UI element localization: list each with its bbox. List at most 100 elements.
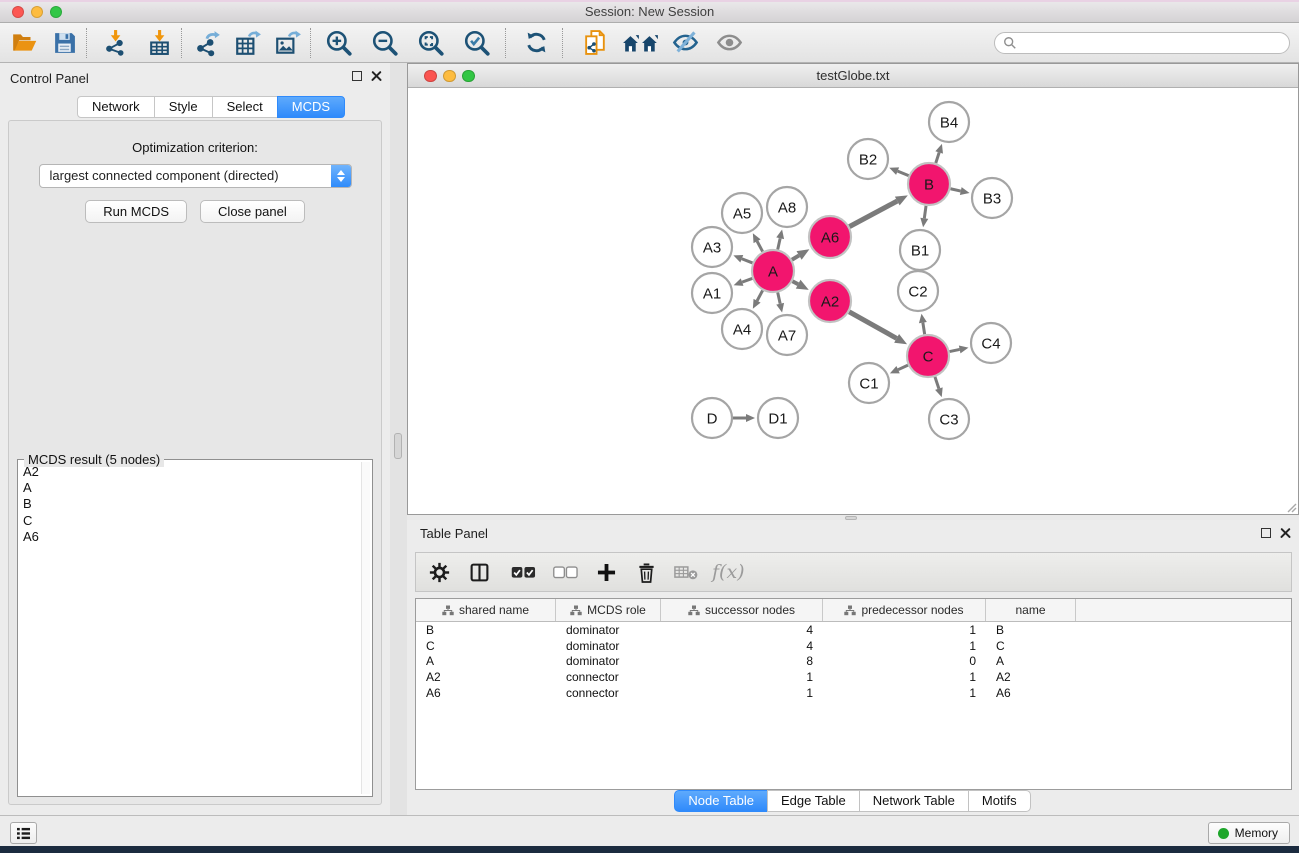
export-image-icon[interactable]	[272, 27, 304, 59]
create-column-icon[interactable]	[597, 563, 616, 582]
graph-node-D1[interactable]: D1	[758, 398, 798, 438]
zoom-selected-icon[interactable]	[461, 27, 493, 59]
column-header-predecessor-nodes[interactable]: predecessor nodes	[823, 599, 986, 621]
graph-node-C2[interactable]: C2	[898, 271, 938, 311]
select-all-columns-icon[interactable]	[511, 566, 536, 579]
tab-select[interactable]: Select	[212, 96, 278, 118]
panel-divider[interactable]	[390, 63, 407, 815]
delete-columns-icon[interactable]	[637, 562, 656, 583]
graph-node-B1[interactable]: B1	[900, 230, 940, 270]
clone-network-icon[interactable]	[579, 27, 611, 59]
import-network-icon[interactable]	[99, 27, 131, 59]
zoom-out-icon[interactable]	[369, 27, 401, 59]
divider-grip[interactable]	[394, 433, 402, 459]
graph-edge[interactable]	[936, 152, 939, 163]
result-scrollbar[interactable]	[361, 462, 370, 794]
network-graph[interactable]: B4 B2 B B3 A5A8A6 B1 A3 A A1 C2 A2 A4A7 C C4 C1 C3 D D1	[408, 89, 1298, 514]
close-panel-icon[interactable]	[371, 70, 382, 81]
graph-edge[interactable]	[778, 292, 780, 303]
minimize-button[interactable]	[31, 6, 43, 18]
graph-node-A[interactable]: A	[752, 250, 794, 292]
table-settings-gear-icon[interactable]	[429, 562, 450, 583]
resize-grip-icon[interactable]	[1285, 501, 1297, 513]
graph-node-C4[interactable]: C4	[971, 323, 1011, 363]
tab-mcds[interactable]: MCDS	[277, 96, 345, 118]
graph-edge[interactable]	[849, 201, 897, 227]
export-network-icon[interactable]	[192, 27, 224, 59]
task-history-button[interactable]	[10, 822, 37, 844]
graph-edge[interactable]	[757, 241, 763, 251]
delete-table-icon[interactable]	[674, 565, 698, 580]
graph-node-B2[interactable]: B2	[848, 139, 888, 179]
graph-node-B3[interactable]: B3	[972, 178, 1012, 218]
graph-node-A3[interactable]: A3	[692, 227, 732, 267]
graph-edge[interactable]	[849, 312, 896, 339]
graph-edge[interactable]	[898, 171, 909, 176]
table-row[interactable]: Bdominator41B	[416, 622, 1291, 638]
graph-edge[interactable]	[935, 377, 939, 389]
first-neighbors-icon[interactable]	[621, 27, 661, 59]
table-row[interactable]: Cdominator41C	[416, 638, 1291, 654]
tab-node-table[interactable]: Node Table	[674, 790, 768, 812]
tab-motifs[interactable]: Motifs	[968, 790, 1031, 812]
graph-node-A2[interactable]: A2	[809, 280, 851, 322]
column-header-shared-name[interactable]: shared name	[416, 599, 556, 621]
search-box[interactable]	[994, 32, 1290, 54]
tab-network[interactable]: Network	[77, 96, 155, 118]
network-minimize-button[interactable]	[443, 70, 456, 83]
graph-node-B[interactable]: B	[908, 163, 950, 205]
tab-network-table[interactable]: Network Table	[859, 790, 969, 812]
graph-edge[interactable]	[792, 281, 798, 284]
graph-edge[interactable]	[924, 206, 926, 218]
memory-button[interactable]: Memory	[1208, 822, 1290, 844]
table-row[interactable]: Adominator80A	[416, 654, 1291, 670]
table-row[interactable]: A2connector11A2	[416, 669, 1291, 685]
save-session-icon[interactable]	[48, 27, 80, 59]
graph-node-C3[interactable]: C3	[929, 399, 969, 439]
function-builder-icon[interactable]: f(x)	[712, 561, 745, 583]
graph-edge[interactable]	[742, 259, 753, 263]
close-panel-button[interactable]: Close panel	[200, 200, 305, 223]
tab-edge-table[interactable]: Edge Table	[767, 790, 860, 812]
mcds-result-item[interactable]: A2	[23, 464, 358, 480]
graph-node-A8[interactable]: A8	[767, 187, 807, 227]
zoom-in-icon[interactable]	[323, 27, 355, 59]
graph-edge[interactable]	[742, 278, 752, 282]
graph-node-C1[interactable]: C1	[849, 363, 889, 403]
close-table-panel-icon[interactable]	[1280, 527, 1291, 538]
mcds-result-list[interactable]: A2ABCA6	[23, 464, 358, 793]
graph-edge[interactable]	[923, 323, 925, 335]
run-mcds-button[interactable]: Run MCDS	[85, 200, 187, 223]
network-canvas[interactable]: B4 B2 B B3 A5A8A6 B1 A3 A A1 C2 A2 A4A7 C C4 C1 C3 D D1	[408, 89, 1298, 514]
graph-node-A7[interactable]: A7	[767, 315, 807, 355]
graph-edge[interactable]	[898, 365, 908, 370]
maximize-button[interactable]	[50, 6, 62, 18]
graph-edge[interactable]	[778, 238, 780, 249]
unselect-all-columns-icon[interactable]	[553, 566, 578, 579]
mcds-result-item[interactable]: B	[23, 496, 358, 512]
float-panel-icon[interactable]	[352, 71, 362, 81]
show-graphics-details-icon[interactable]	[713, 27, 745, 59]
graph-node-A6[interactable]: A6	[809, 216, 851, 258]
graph-edge[interactable]	[792, 255, 799, 259]
export-table-icon[interactable]	[232, 27, 264, 59]
graph-node-A1[interactable]: A1	[692, 273, 732, 313]
graph-node-D[interactable]: D	[692, 398, 732, 438]
search-input[interactable]	[1017, 35, 1281, 51]
open-session-icon[interactable]	[8, 27, 40, 59]
graph-edge[interactable]	[950, 189, 960, 191]
graph-node-A5[interactable]: A5	[722, 193, 762, 233]
graph-node-C[interactable]: C	[907, 335, 949, 377]
graph-edge[interactable]	[757, 290, 763, 300]
zoom-fit-icon[interactable]	[415, 27, 447, 59]
show-columns-icon[interactable]	[469, 562, 490, 583]
column-header-name[interactable]: name	[986, 599, 1076, 621]
refresh-icon[interactable]	[520, 27, 552, 59]
float-table-panel-icon[interactable]	[1261, 528, 1271, 538]
mcds-result-item[interactable]: A	[23, 480, 358, 496]
mcds-result-item[interactable]: C	[23, 513, 358, 529]
graph-node-B4[interactable]: B4	[929, 102, 969, 142]
hide-graphics-details-icon[interactable]	[669, 27, 701, 59]
close-button[interactable]	[12, 6, 24, 18]
graph-node-A4[interactable]: A4	[722, 309, 762, 349]
